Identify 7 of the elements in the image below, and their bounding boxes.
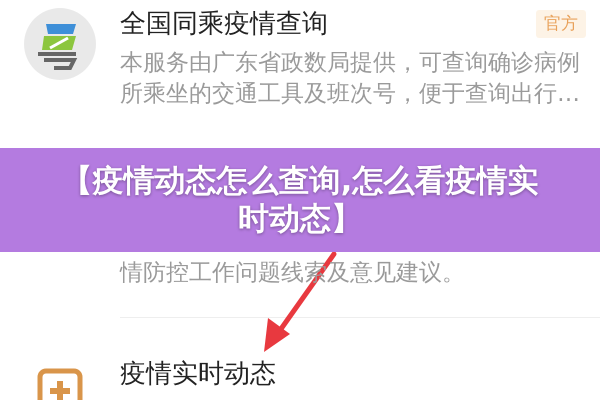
app-logo-icon: [24, 8, 96, 80]
official-tag: 官方: [536, 10, 586, 38]
service-title[interactable]: 全国同乘疫情查询: [120, 4, 328, 44]
article-title: 【疫情动态怎么查询,怎么看疫情实时动态】: [60, 162, 540, 238]
service-description: 本服务由广东省政数局提供，可查询确诊病例所乘坐的交通工具及班次号，便于查询出行…: [120, 49, 581, 109]
medical-kit-icon: [37, 368, 83, 400]
service-title[interactable]: 疫情实时动态: [120, 354, 276, 394]
